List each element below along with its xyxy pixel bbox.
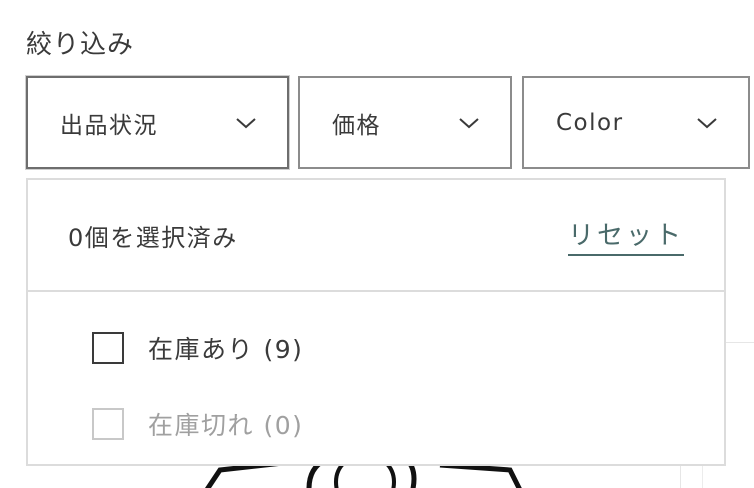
- chevron-down-icon: [458, 116, 480, 130]
- color-filter-button[interactable]: Color: [522, 76, 750, 169]
- color-filter-label: Color: [556, 109, 624, 136]
- filter-page: 絞り込み 出品状況 価格 Color 0個を選択済み リセット 在庫あり (9)…: [0, 0, 754, 488]
- chevron-down-icon: [696, 116, 718, 130]
- chevron-down-icon: [235, 116, 257, 130]
- option-list: 在庫あり (9) 在庫切れ (0): [28, 292, 724, 462]
- selected-count: 0個を選択済み: [68, 223, 238, 252]
- filter-heading: 絞り込み: [26, 30, 135, 60]
- option-in-stock[interactable]: 在庫あり (9): [28, 310, 724, 386]
- in-stock-checkbox[interactable]: [92, 332, 124, 364]
- price-filter-button[interactable]: 価格: [298, 76, 512, 169]
- price-filter-label: 価格: [332, 112, 381, 139]
- availability-filter-button[interactable]: 出品状況: [26, 76, 289, 169]
- out-of-stock-checkbox: [92, 408, 124, 440]
- availability-dropdown-panel: 0個を選択済み リセット 在庫あり (9) 在庫切れ (0): [26, 178, 726, 466]
- option-label: 在庫切れ (0): [148, 411, 304, 440]
- reset-link[interactable]: リセット: [567, 215, 684, 256]
- availability-filter-label: 出品状況: [60, 112, 158, 139]
- dropdown-header: 0個を選択済み リセット: [28, 180, 724, 292]
- option-label: 在庫あり (9): [148, 335, 304, 364]
- option-out-of-stock: 在庫切れ (0): [28, 386, 724, 462]
